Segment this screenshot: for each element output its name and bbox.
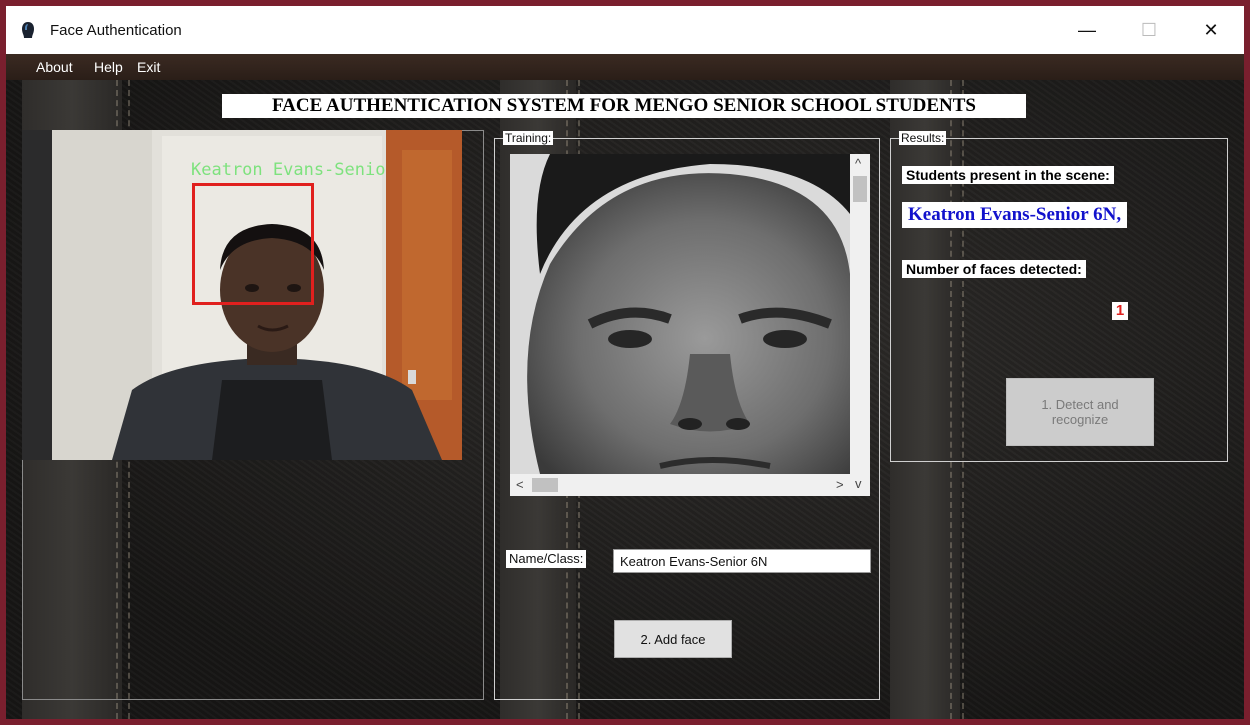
name-class-input[interactable] [613,549,871,573]
window-title: Face Authentication [50,22,182,39]
menu-about[interactable]: About [36,59,73,75]
close-button[interactable]: ✕ [1180,6,1242,54]
maximize-button[interactable]: ☐ [1118,6,1180,54]
app-icon [22,22,34,38]
menu-help[interactable]: Help [94,59,123,75]
students-present-label: Students present in the scene: [902,166,1114,184]
page-title: FACE AUTHENTICATION SYSTEM FOR MENGO SEN… [222,94,1026,118]
vertical-scrollbar[interactable]: ^ v [850,154,870,496]
recognized-students-value: Keatron Evans-Senior 6N, [902,202,1128,228]
face-detection-box [192,183,314,305]
name-class-label: Name/Class: [506,550,587,568]
menu-bar: About Help Exit [6,54,1244,80]
minimize-button[interactable]: — [1056,6,1118,54]
training-legend: Training: [503,131,554,145]
detect-recognize-button[interactable]: 1. Detect and recognize [1006,378,1154,446]
horizontal-scroll-thumb[interactable] [532,478,558,492]
training-face-image [510,154,850,474]
add-face-button[interactable]: 2. Add face [614,620,732,658]
scroll-up-arrow[interactable]: ^ [855,156,861,171]
faces-detected-count: 1 [1112,302,1128,320]
menu-exit[interactable]: Exit [137,59,160,75]
main-content: FACE AUTHENTICATION SYSTEM FOR MENGO SEN… [6,80,1244,719]
scroll-down-arrow[interactable]: v [855,476,862,491]
results-legend: Results: [899,131,947,145]
app-window: Face Authentication — ☐ ✕ About Help Exi… [6,6,1244,719]
scroll-left-arrow[interactable]: < [516,477,524,492]
title-bar: Face Authentication — ☐ ✕ [6,6,1244,54]
scroll-right-arrow[interactable]: > [836,477,844,492]
horizontal-scrollbar[interactable]: < > [510,474,850,496]
recognized-name-overlay: Keatron Evans-Senio [191,160,386,180]
faces-detected-label: Number of faces detected: [902,260,1086,278]
vertical-scroll-thumb[interactable] [853,176,867,202]
face-closeup-image [510,154,850,474]
